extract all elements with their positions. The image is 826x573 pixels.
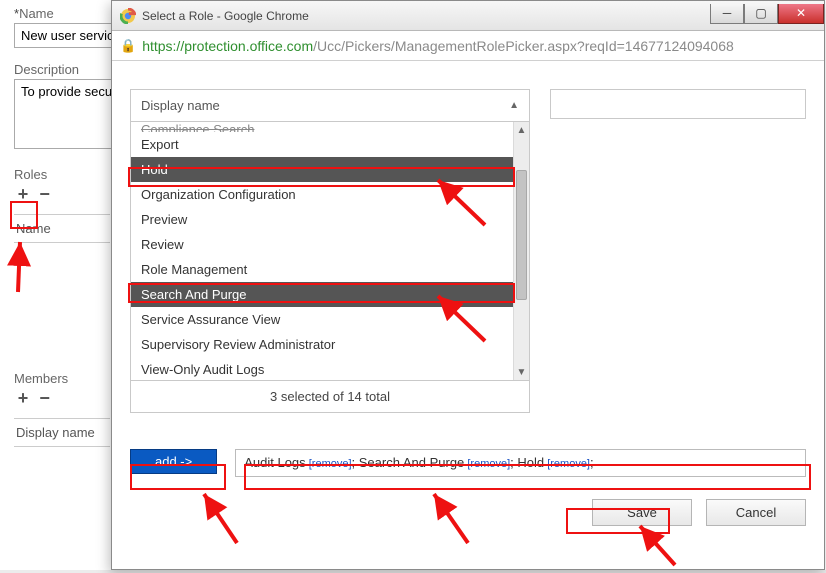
role-item[interactable]: Export	[131, 132, 513, 157]
selected-role: Hold	[517, 455, 544, 470]
role-item[interactable]: View-Only Audit Logs	[131, 357, 513, 380]
scrollbar[interactable]: ▲ ▼	[513, 122, 529, 380]
role-item[interactable]: Role Management	[131, 257, 513, 282]
address-bar[interactable]: 🔒 https://protection.office.com/Ucc/Pick…	[112, 31, 824, 61]
selected-role: Search And Purge	[359, 455, 465, 470]
window-titlebar: Select a Role - Google Chrome ─ ▢ ✕	[112, 1, 824, 31]
add-member-icon[interactable]: +	[14, 390, 32, 408]
selected-roles-field[interactable]: Audit Logs [remove]; Search And Purge [r…	[235, 449, 806, 477]
remove-member-icon[interactable]: −	[36, 390, 54, 408]
save-button[interactable]: Save	[592, 499, 692, 526]
add-role-icon[interactable]: +	[14, 186, 32, 204]
role-item[interactable]: Hold	[131, 157, 513, 182]
role-item[interactable]: Service Assurance View	[131, 307, 513, 332]
role-item[interactable]: Organization Configuration	[131, 182, 513, 207]
minimize-button[interactable]: ─	[710, 4, 744, 24]
url-host: ://protection.office.com	[173, 38, 314, 54]
sort-asc-icon: ▲	[509, 100, 519, 111]
maximize-button[interactable]: ▢	[744, 4, 778, 24]
close-button[interactable]: ✕	[778, 4, 824, 24]
role-picker-window: Select a Role - Google Chrome ─ ▢ ✕ 🔒 ht…	[111, 0, 825, 570]
chrome-icon	[120, 8, 136, 24]
role-item[interactable]: Review	[131, 232, 513, 257]
url-path: /Ucc/Pickers/ManagementRolePicker.aspx?r…	[313, 38, 734, 54]
role-item[interactable]: Search And Purge	[131, 282, 513, 307]
role-item[interactable]: Supervisory Review Administrator	[131, 332, 513, 357]
role-item[interactable]: Compliance Search	[131, 122, 513, 132]
members-column-header: Display name	[14, 418, 110, 447]
list-header[interactable]: Display name ▲	[130, 89, 530, 121]
remove-role-icon[interactable]: −	[36, 186, 54, 204]
scroll-thumb[interactable]	[516, 170, 527, 300]
selection-count: 3 selected of 14 total	[130, 381, 530, 413]
remove-link[interactable]: [remove]	[464, 458, 510, 470]
role-item[interactable]: Preview	[131, 207, 513, 232]
scroll-down-icon[interactable]: ▼	[514, 364, 529, 380]
role-listbox: Compliance SearchExportHoldOrganization …	[130, 121, 530, 381]
add-button[interactable]: add ->	[130, 449, 217, 474]
selected-role: Audit Logs	[244, 455, 305, 470]
remove-link[interactable]: [remove]	[544, 458, 590, 470]
remove-link[interactable]: [remove]	[306, 458, 352, 470]
roles-column-header: Name	[14, 214, 110, 243]
url-scheme: https	[142, 38, 172, 54]
lock-icon: 🔒	[120, 38, 136, 54]
scroll-up-icon[interactable]: ▲	[514, 122, 529, 138]
list-header-label: Display name	[141, 98, 220, 113]
window-title: Select a Role - Google Chrome	[142, 9, 309, 23]
search-input[interactable]	[550, 89, 806, 119]
cancel-button[interactable]: Cancel	[706, 499, 806, 526]
